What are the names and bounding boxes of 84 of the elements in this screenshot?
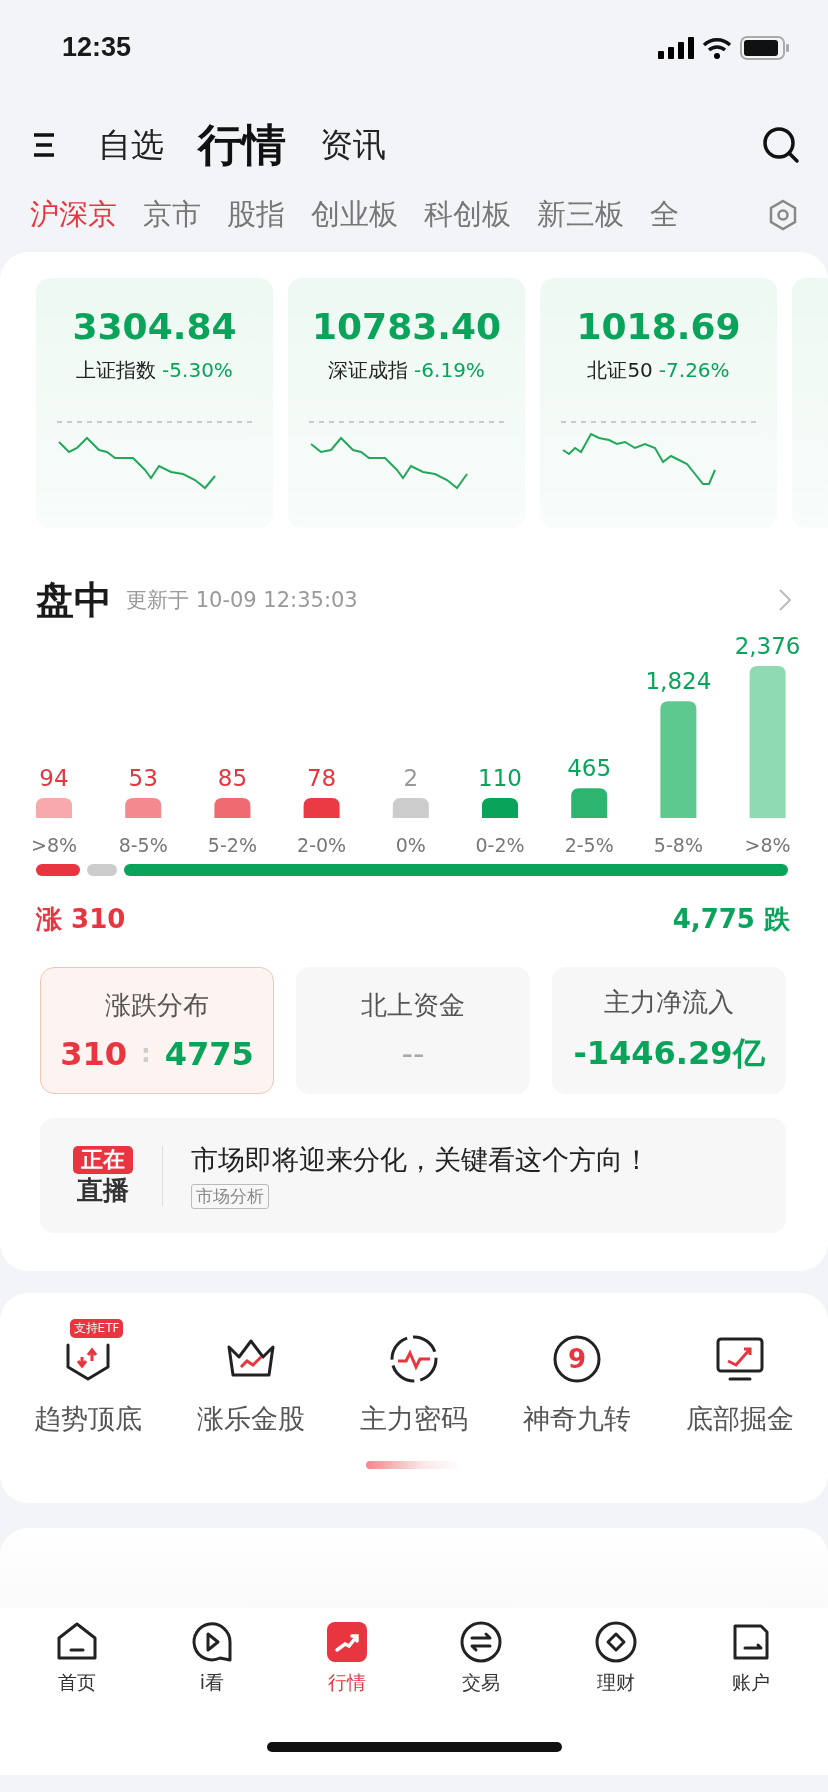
- index-change: -5.30%: [162, 358, 233, 382]
- topic-tag: 市场分析: [191, 1184, 269, 1209]
- nav-tab[interactable]: 首页: [22, 1620, 133, 1696]
- settings-icon[interactable]: [768, 199, 798, 231]
- index-value: 1018.69: [576, 306, 741, 347]
- header-tab[interactable]: 资讯: [320, 122, 386, 168]
- live-headline: 市场即将迎来分化，关键看这个方向！: [191, 1143, 650, 1177]
- index-name: 深证成指: [328, 357, 409, 384]
- flat-segment: [87, 864, 117, 876]
- bar-label: 8-5%: [118, 834, 168, 856]
- market-tab[interactable]: 股指: [227, 195, 285, 235]
- bar-value: 78: [306, 765, 337, 791]
- market-tab[interactable]: 京市: [143, 195, 201, 235]
- bar-value: 94: [39, 765, 69, 791]
- status-time: 12:35: [62, 32, 132, 63]
- search-icon[interactable]: [762, 126, 800, 164]
- nav-tab[interactable]: i看: [157, 1620, 267, 1696]
- bar-value: 53: [128, 765, 158, 791]
- bar-label: 2-5%: [564, 834, 614, 856]
- bar-value: 110: [478, 765, 522, 791]
- stat-title: 主力净流入: [604, 986, 734, 1019]
- signal-icon: [658, 36, 694, 59]
- bar-value: 85: [217, 765, 248, 791]
- bar-label: >8%: [744, 834, 791, 856]
- swap-icon: [459, 1620, 504, 1664]
- tool-item[interactable]: 底部掘金: [660, 1331, 821, 1437]
- tool-item[interactable]: 9 神奇九转: [497, 1331, 658, 1437]
- index-name: 北证50: [587, 357, 653, 384]
- tool-badge: 支持ETF: [69, 1319, 124, 1338]
- play-icon: [190, 1620, 234, 1664]
- nav-tab[interactable]: 理财: [560, 1620, 671, 1696]
- tool-item[interactable]: 涨乐金股: [170, 1331, 331, 1437]
- nav-tab[interactable]: 行情: [291, 1620, 402, 1696]
- nav-tab[interactable]: 账户: [695, 1620, 806, 1696]
- bar-label: 5-8%: [653, 834, 703, 856]
- index-card[interactable]: 1018.69 北证50 -7.26%: [540, 278, 777, 528]
- market-tab[interactable]: 新三板: [537, 195, 624, 235]
- bar-label: 5-2%: [207, 834, 257, 856]
- bar-value: 2: [403, 765, 419, 791]
- market-tab[interactable]: 科创板: [424, 195, 511, 235]
- index-change: -6.19%: [414, 358, 485, 382]
- rise-value: 310: [60, 1035, 128, 1073]
- stat-title: 涨跌分布: [105, 989, 209, 1022]
- menu-icon[interactable]: [32, 132, 56, 158]
- separator: :: [141, 1040, 151, 1068]
- nav-tab[interactable]: 交易: [426, 1620, 537, 1696]
- live-label: 直播: [77, 1173, 129, 1206]
- wifi-icon: [702, 36, 732, 59]
- index-card[interactable]: 3304.84 上证指数 -5.30%: [36, 278, 273, 528]
- stat-title: 北上资金: [361, 989, 465, 1022]
- fall-count: 4,775 跌: [672, 903, 790, 936]
- rise-count: 涨 310: [36, 903, 126, 936]
- chevron-right-icon[interactable]: [778, 588, 792, 612]
- stat-card[interactable]: 涨跌分布 310 : 4775: [40, 967, 274, 1094]
- live-badge: 正在: [73, 1145, 133, 1174]
- bar-label: 0%: [395, 834, 426, 856]
- rise-segment: [36, 864, 80, 876]
- tool-item[interactable]: 主力密码: [333, 1331, 494, 1437]
- trend-icon: [324, 1620, 369, 1664]
- index-card[interactable]: 10783.40 深证成指 -6.19%: [288, 278, 525, 528]
- battery-icon: [740, 35, 790, 60]
- stat-card[interactable]: 北上资金 --: [296, 967, 530, 1094]
- index-change: -7.26%: [658, 358, 730, 382]
- live-banner[interactable]: 正在 直播 市场即将迎来分化，关键看这个方向！ 市场分析: [40, 1118, 786, 1233]
- index-value: 3304.84: [72, 306, 237, 347]
- market-tab[interactable]: 全: [650, 195, 679, 235]
- index-name: 上证指数: [76, 357, 157, 384]
- bar-label: >8%: [30, 834, 78, 856]
- header-tab[interactable]: 行情: [198, 115, 286, 175]
- update-time: 更新于 10-09 12:35:03: [126, 587, 358, 614]
- bar-label: 0-2%: [475, 834, 525, 856]
- stat-value: -1446.29亿: [573, 1033, 765, 1074]
- market-tab[interactable]: 沪深京: [30, 195, 117, 235]
- market-tab[interactable]: 创业板: [311, 195, 398, 235]
- stat-value: --: [401, 1035, 425, 1073]
- stat-card[interactable]: 主力净流入 -1446.29亿: [552, 967, 786, 1094]
- bar-value: 465: [567, 755, 612, 782]
- section-title: 盘中: [36, 576, 112, 624]
- bar-label: 2-0%: [297, 834, 347, 856]
- header-tab[interactable]: 自选: [98, 122, 164, 168]
- bar-value: 2,376: [734, 633, 801, 659]
- fall-value: 4775: [164, 1035, 254, 1073]
- bar-value: 1,824: [645, 668, 712, 695]
- index-value: 10783.40: [312, 306, 501, 347]
